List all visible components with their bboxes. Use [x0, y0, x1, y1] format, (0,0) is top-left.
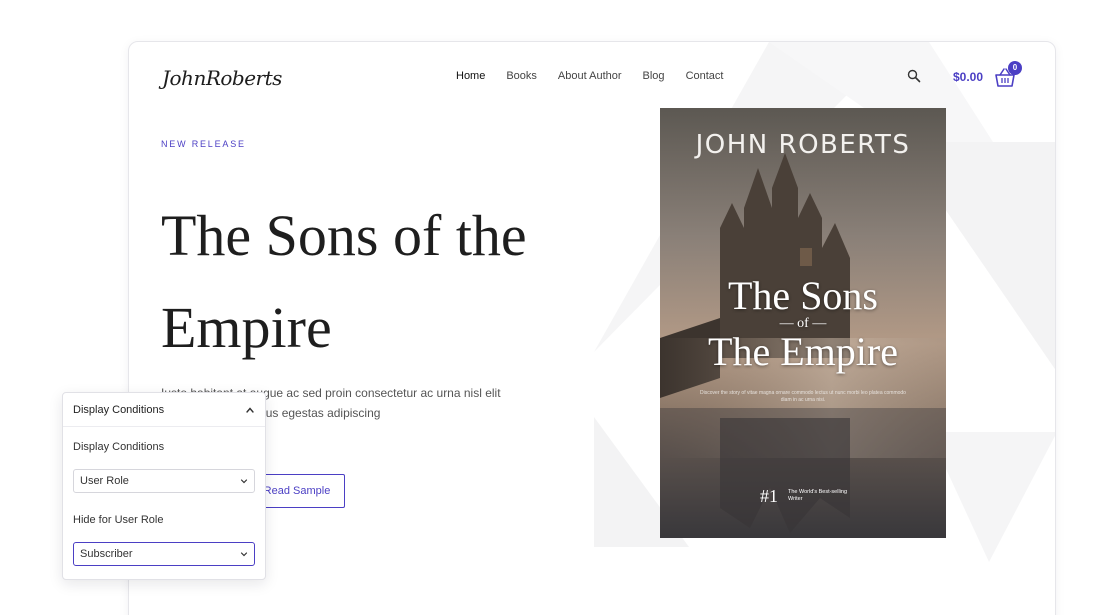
- hide-role-select[interactable]: Subscriber: [73, 542, 255, 566]
- search-icon[interactable]: [907, 69, 921, 83]
- nav-books[interactable]: Books: [506, 70, 537, 82]
- panel-header[interactable]: Display Conditions: [63, 393, 265, 427]
- hide-role-select-value: Subscriber: [80, 548, 133, 560]
- site-logo[interactable]: JohnRoberts: [162, 66, 282, 90]
- cart-amount[interactable]: $0.00: [953, 70, 983, 84]
- hero-title: The Sons of the Empire: [161, 203, 527, 360]
- chevron-down-icon: [240, 479, 248, 484]
- cart-count-badge: 0: [1008, 61, 1022, 75]
- hide-role-label: Hide for User Role: [73, 514, 164, 526]
- chevron-up-icon[interactable]: [245, 405, 255, 415]
- panel-title: Display Conditions: [73, 403, 165, 416]
- cover-rank: #1: [760, 486, 778, 506]
- conditions-select-value: User Role: [80, 475, 129, 487]
- website-preview: JohnRoberts Home Books About Author Blog…: [128, 41, 1056, 615]
- nav-home[interactable]: Home: [456, 70, 485, 82]
- chevron-down-icon: [240, 552, 248, 557]
- nav-blog[interactable]: Blog: [643, 70, 665, 82]
- book-cover: JOHN ROBERTS The Sons — of — The Empire …: [660, 108, 946, 538]
- nav-about-author[interactable]: About Author: [558, 70, 622, 82]
- cover-author: JOHN ROBERTS: [695, 130, 911, 160]
- cover-title: The Sons — of — The Empire: [660, 276, 946, 372]
- conditions-select[interactable]: User Role: [73, 469, 255, 493]
- display-conditions-panel: Display Conditions Display Conditions Us…: [62, 392, 266, 580]
- release-eyebrow: NEW RELEASE: [161, 139, 246, 149]
- nav-contact[interactable]: Contact: [686, 70, 724, 82]
- cover-title-line2: The Empire: [708, 329, 898, 374]
- cover-rank-text: The World's Best-selling Writer: [788, 489, 848, 502]
- conditions-label: Display Conditions: [73, 441, 165, 453]
- cover-blurb: Discover the story of vitae magna ornare…: [700, 390, 906, 403]
- cover-title-line1: The Sons: [728, 273, 878, 318]
- main-navigation: Home Books About Author Blog Contact: [456, 70, 723, 82]
